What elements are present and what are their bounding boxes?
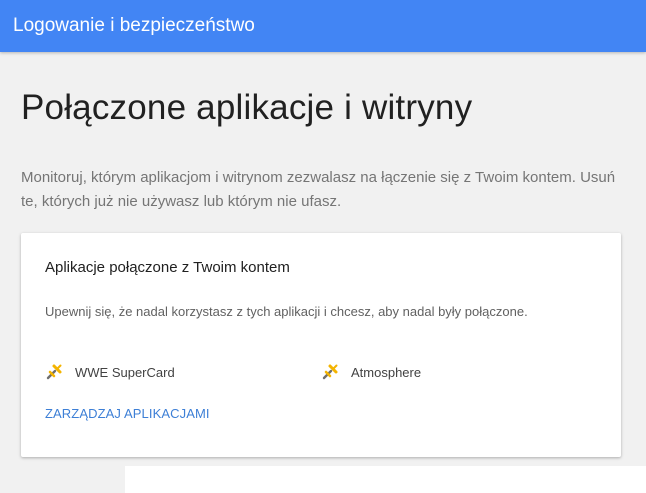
connected-apps-card: Aplikacje połączone z Twoim kontem Upewn…: [21, 233, 621, 457]
connected-app-icon: [321, 363, 339, 381]
manage-apps-link[interactable]: ZARZĄDZAJ APLIKACJAMI: [45, 406, 210, 421]
card-title: Aplikacje połączone z Twoim kontem: [45, 259, 290, 276]
app-name: Atmosphere: [351, 364, 422, 380]
page-title: Połączone aplikacje i witryny: [21, 88, 473, 127]
header-title: Logowanie i bezpieczeństwo: [13, 15, 255, 36]
app-item-atmosphere: Atmosphere: [321, 362, 421, 382]
app-name: WWE SuperCard: [75, 364, 175, 380]
card-description: Upewnij się, że nadal korzystasz z tych …: [45, 304, 528, 319]
app-item-wwe-supercard: WWE SuperCard: [45, 362, 175, 382]
header-bar: Logowanie i bezpieczeństwo: [0, 0, 646, 52]
bottom-panel-edge: [125, 466, 646, 493]
page-description: Monitoruj, którym aplikacjom i witrynom …: [21, 169, 616, 210]
connected-app-icon: [45, 363, 63, 381]
